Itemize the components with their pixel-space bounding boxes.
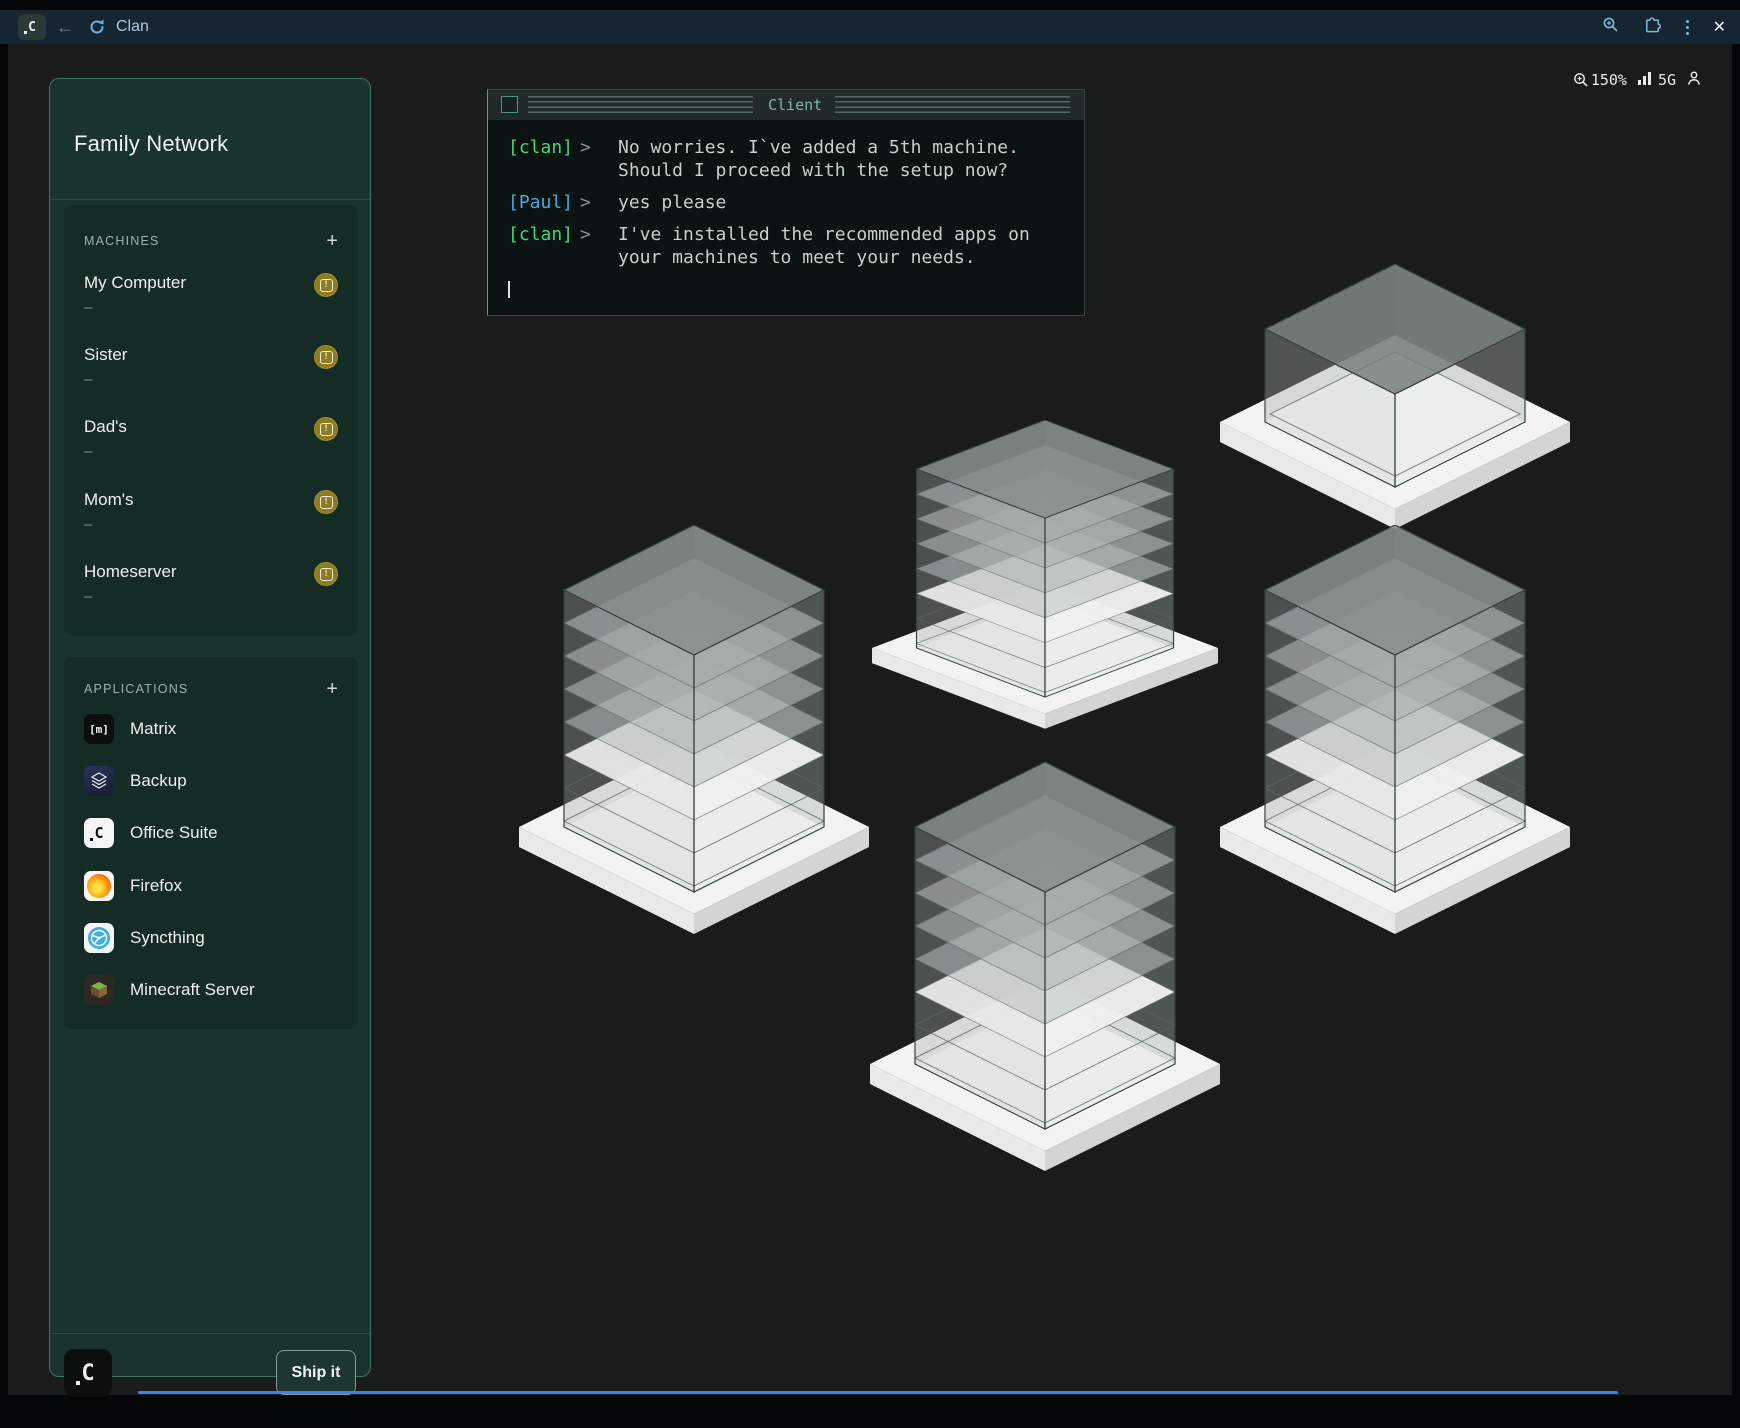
prompt-char: >	[580, 136, 618, 182]
browser-top-bar: C ← Clan ✕	[0, 10, 1740, 44]
machine-name: Dad's	[84, 417, 342, 437]
extensions-icon[interactable]	[1643, 15, 1662, 39]
status-indicators: 150% 5G	[1573, 70, 1702, 90]
ship-it-button[interactable]: Ship it	[276, 1350, 356, 1395]
chat-input-cursor[interactable]	[508, 281, 510, 298]
warning-icon: !	[314, 490, 338, 514]
message-sender: [clan]	[508, 136, 580, 182]
machine-item-sister[interactable]: Sister – !	[84, 345, 342, 401]
machines-header-label: MACHINES	[84, 234, 160, 248]
chat-message: [clan] > I've installed the recommended …	[508, 223, 1084, 269]
network-label: 5G	[1658, 71, 1676, 89]
sidebar-family-network: Family Network MACHINES + My Computer – …	[49, 78, 371, 1377]
minecraft-icon	[84, 975, 114, 1005]
close-icon[interactable]: ✕	[1713, 17, 1726, 37]
message-line: No worries. I`ve added a 5th machine.	[618, 136, 1019, 159]
machine-node-flat-package[interactable]	[1220, 264, 1570, 532]
message-line: I've installed the recommended apps on	[618, 223, 1030, 246]
machine-value: –	[84, 371, 342, 388]
clan-favicon-glyph: C	[28, 20, 36, 35]
back-icon[interactable]: ←	[56, 10, 74, 44]
app-item-matrix[interactable]: [m] Matrix	[84, 711, 342, 747]
focus-indicator	[138, 1391, 1618, 1394]
warning-icon: !	[314, 417, 338, 441]
machine-item-homeserver[interactable]: Homeserver – !	[84, 562, 342, 618]
backup-icon	[84, 766, 114, 796]
applications-header-label: APPLICATIONS	[84, 682, 188, 696]
client-window-title: Client	[760, 90, 830, 120]
refresh-icon[interactable]	[88, 18, 106, 41]
message-line: yes please	[618, 191, 726, 214]
machine-name: Sister	[84, 345, 342, 365]
syncthing-icon	[84, 923, 114, 953]
machine-node-right[interactable]	[1220, 525, 1570, 937]
prompt-char: >	[580, 191, 618, 214]
client-chat-log[interactable]: [clan] > No worries. I`ve added a 5th ma…	[488, 120, 1084, 315]
zoom-level-value: 150%	[1591, 71, 1627, 89]
titlebar-lines-right	[835, 96, 1070, 113]
zoom-page-icon[interactable]	[1602, 16, 1619, 38]
machine-node-left[interactable]	[519, 525, 869, 937]
window-box-icon[interactable]	[501, 96, 518, 113]
main-canvas: 150% 5G Family Network MACHINES +	[8, 44, 1732, 1395]
client-chat-window[interactable]: Client [clan] > No worries. I`ve added a…	[487, 89, 1085, 316]
clan-favicon-dot	[24, 31, 27, 34]
clan-favicon[interactable]: C	[18, 14, 46, 40]
chat-message: [clan] > No worries. I`ve added a 5th ma…	[508, 136, 1084, 182]
sidebar-divider-bottom	[50, 1333, 370, 1334]
zoom-level-icon	[1573, 71, 1588, 89]
machines-card: MACHINES + My Computer – ! Sister – ! Da…	[64, 205, 358, 636]
machine-value: –	[84, 443, 342, 460]
message-sender: [clan]	[508, 223, 580, 269]
app-item-backup[interactable]: Backup	[84, 763, 342, 799]
sidebar-divider-top	[50, 199, 370, 200]
matrix-icon: [m]	[84, 714, 114, 744]
add-machine-button[interactable]: +	[326, 231, 338, 251]
firefox-icon	[84, 871, 114, 901]
machine-value: –	[84, 588, 342, 605]
titlebar-lines-left	[528, 96, 753, 113]
message-line: Should I proceed with the setup now?	[618, 159, 1019, 182]
machine-item-dads[interactable]: Dad's – !	[84, 417, 342, 473]
scrolled-message-clipped	[488, 120, 1084, 127]
sidebar-title: Family Network	[74, 131, 228, 157]
machine-item-my-computer[interactable]: My Computer – !	[84, 273, 342, 329]
app-item-office-suite[interactable]: C Office Suite	[84, 815, 342, 851]
applications-card: APPLICATIONS + [m] Matrix Backup	[64, 657, 358, 1029]
machine-node-top-middle[interactable]	[872, 420, 1218, 731]
applications-card-header: APPLICATIONS +	[84, 679, 338, 699]
office-suite-icon: C	[84, 818, 114, 848]
message-line: your machines to meet your needs.	[618, 246, 1030, 269]
chat-message: [Paul] > yes please	[508, 191, 1084, 214]
clan-logo: C	[64, 1349, 112, 1397]
machine-name: My Computer	[84, 273, 342, 293]
client-window-titlebar[interactable]: Client	[488, 90, 1084, 121]
app-item-syncthing[interactable]: Syncthing	[84, 920, 342, 956]
machine-value: –	[84, 299, 342, 316]
machine-node-bottom-middle[interactable]	[870, 762, 1220, 1174]
menu-kebab-icon[interactable]	[1686, 20, 1689, 35]
warning-icon: !	[314, 562, 338, 586]
prompt-char: >	[580, 223, 618, 269]
user-icon[interactable]	[1686, 70, 1702, 90]
signal-bars-icon	[1637, 71, 1653, 89]
machine-item-moms[interactable]: Mom's – !	[84, 490, 342, 546]
tab-title: Clan	[116, 10, 149, 44]
app-item-minecraft-server[interactable]: Minecraft Server	[84, 972, 342, 1008]
warning-icon: !	[314, 273, 338, 297]
machines-card-header: MACHINES +	[84, 231, 338, 251]
machine-name: Homeserver	[84, 562, 342, 582]
app-item-firefox[interactable]: Firefox	[84, 868, 342, 904]
add-application-button[interactable]: +	[326, 679, 338, 699]
warning-icon: !	[314, 345, 338, 369]
machine-value: –	[84, 516, 342, 533]
message-sender: [Paul]	[508, 191, 580, 214]
machine-name: Mom's	[84, 490, 342, 510]
